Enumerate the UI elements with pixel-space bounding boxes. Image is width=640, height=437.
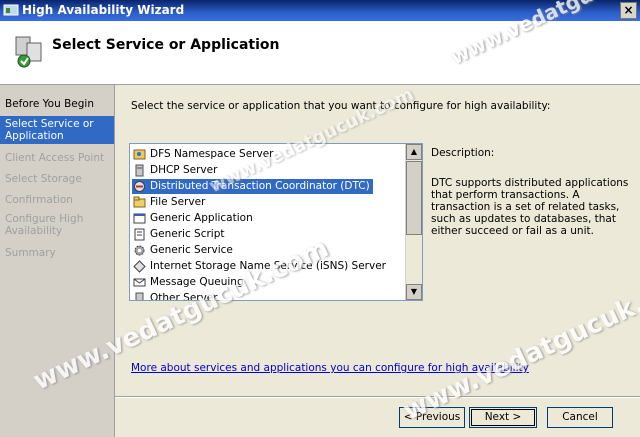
wizard-steps: Before You Begin Select Service or Appli…	[0, 85, 115, 437]
list-item-label: Internet Storage Name Service (iSNS) Ser…	[150, 260, 386, 272]
list-item-label: Message Queuing	[150, 276, 244, 288]
list-item-label: DHCP Server	[150, 164, 218, 176]
step-client-access-point: Client Access Point	[5, 152, 105, 164]
step-summary: Summary	[5, 247, 56, 259]
list-item-label: DFS Namespace Server	[150, 148, 274, 160]
scroll-down-icon[interactable]: ▼	[406, 284, 422, 300]
previous-button[interactable]: < Previous	[399, 407, 465, 428]
close-button[interactable]: ×	[620, 2, 637, 19]
dtc-icon	[134, 181, 145, 192]
dfs-icon	[133, 149, 146, 160]
step-before-you-begin[interactable]: Before You Begin	[0, 98, 114, 110]
message-queue-icon	[133, 278, 146, 287]
list-item[interactable]: Generic Script	[132, 227, 228, 242]
next-button[interactable]: Next >	[469, 407, 537, 428]
description-label: Description:	[431, 147, 495, 159]
wizard-icon	[3, 4, 19, 16]
list-item[interactable]: Generic Application	[132, 211, 256, 226]
main-panel: Select the service or application that y…	[115, 85, 640, 437]
page-title: Select Service or Application	[52, 37, 280, 53]
service-list[interactable]: DFS Namespace Server DHCP Server Distrib…	[129, 143, 423, 301]
application-icon	[133, 213, 146, 224]
more-info-link[interactable]: More about services and applications you…	[131, 362, 529, 374]
isns-icon	[133, 260, 146, 273]
list-item[interactable]: Other Server	[132, 291, 221, 301]
list-item[interactable]: Generic Service	[132, 243, 236, 258]
title-bar: High Availability Wizard ×	[0, 0, 640, 21]
server-icon	[135, 292, 144, 300]
list-item-selected[interactable]: Distributed Transaction Coordinator (DTC…	[132, 179, 373, 194]
list-item[interactable]: File Server	[132, 195, 208, 210]
wizard-header: Select Service or Application	[0, 21, 640, 85]
list-item[interactable]: DHCP Server	[132, 163, 220, 178]
list-item[interactable]: Message Queuing	[132, 275, 247, 290]
scroll-thumb[interactable]	[406, 161, 422, 235]
step-configure-high-availability: Configure High Availability	[5, 213, 84, 237]
step-confirmation: Confirmation	[5, 194, 73, 206]
scroll-up-icon[interactable]: ▲	[406, 144, 422, 160]
window-title: High Availability Wizard	[22, 3, 185, 17]
list-item[interactable]: Internet Storage Name Service (iSNS) Ser…	[132, 259, 389, 274]
vertical-scrollbar[interactable]: ▲ ▼	[405, 144, 422, 300]
list-item-label: Other Server	[150, 292, 218, 301]
step-select-storage: Select Storage	[5, 173, 82, 185]
button-separator	[115, 396, 640, 398]
list-item[interactable]: DFS Namespace Server	[132, 147, 277, 162]
gear-icon	[134, 245, 145, 256]
cancel-button[interactable]: Cancel	[547, 407, 613, 428]
script-icon	[134, 228, 145, 241]
list-item-label: Distributed Transaction Coordinator (DTC…	[150, 180, 370, 192]
list-item-label: Generic Application	[150, 212, 253, 224]
description-text: DTC supports distributed applications th…	[431, 177, 629, 237]
instruction-text: Select the service or application that y…	[131, 100, 551, 112]
list-item-label: Generic Service	[150, 244, 233, 256]
step-select-service[interactable]: Select Service or Application	[0, 116, 114, 144]
cluster-wizard-icon	[15, 36, 42, 68]
list-item-label: Generic Script	[150, 228, 225, 240]
list-item-label: File Server	[150, 196, 206, 208]
server-icon	[135, 164, 144, 177]
file-server-icon	[133, 196, 146, 208]
